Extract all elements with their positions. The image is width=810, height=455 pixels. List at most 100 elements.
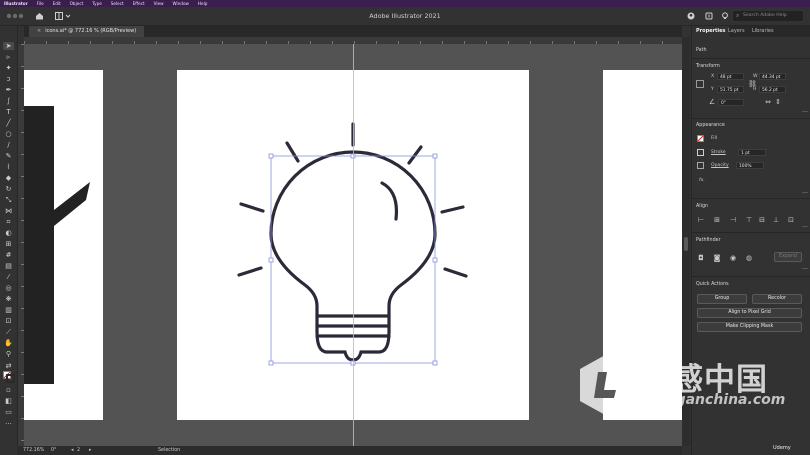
magic-wand-tool-icon[interactable]: ✦	[3, 64, 14, 72]
menu-edit[interactable]: Edit	[53, 0, 61, 7]
fill-stroke-swatch-icon[interactable]	[3, 371, 15, 383]
align-to-icon[interactable]: ⊡	[787, 217, 795, 224]
stroke-swatch-icon[interactable]	[697, 149, 704, 156]
eraser-tool-icon[interactable]: ◆	[3, 174, 14, 182]
angle-field[interactable]: 0°	[718, 99, 744, 106]
free-transform-tool-icon[interactable]: ⌗	[3, 218, 14, 226]
menu-type[interactable]: Type	[92, 0, 102, 7]
align-to-pixel-grid-button[interactable]: Align to Pixel Grid	[697, 308, 802, 318]
watermark: 灵感中国 lingganchina.com	[570, 348, 790, 428]
pencil-tool-icon[interactable]: ✎	[3, 152, 14, 160]
more-options-icon[interactable]: …	[802, 264, 808, 271]
drawing-mode-icon[interactable]: ◧	[3, 397, 14, 405]
vertical-guide[interactable]	[353, 44, 354, 446]
slice-tool-icon[interactable]: ⟋	[3, 328, 14, 336]
color-mode-icon[interactable]: ▫	[3, 386, 14, 394]
pathfinder-minus-front-icon[interactable]: ◙	[713, 255, 721, 262]
zoom-tool-icon[interactable]: ⚲	[3, 350, 14, 358]
expand-button[interactable]: Expand	[774, 252, 802, 262]
share-icon[interactable]	[705, 12, 713, 22]
constrain-proportions-icon[interactable]: ⛓	[748, 81, 757, 88]
pen-tool-icon[interactable]: ✒	[3, 86, 14, 94]
pathfinder-unite-icon[interactable]: ◘	[697, 255, 705, 262]
curvature-tool-icon[interactable]: ∫	[3, 97, 14, 105]
shape-builder-tool-icon[interactable]: ◐	[3, 229, 14, 237]
blend-tool-icon[interactable]: ◎	[3, 284, 14, 292]
screen-mode-icon[interactable]: ▭	[3, 408, 14, 416]
perspective-grid-tool-icon[interactable]: ⊞	[3, 240, 14, 248]
pathfinder-intersect-icon[interactable]: ◉	[729, 255, 737, 262]
more-options-icon[interactable]: …	[802, 188, 808, 195]
mesh-tool-icon[interactable]: #	[3, 251, 14, 259]
opacity-label[interactable]: Opacity	[711, 163, 729, 168]
user-avatar-icon[interactable]	[687, 12, 695, 22]
reference-point-icon[interactable]	[696, 80, 704, 88]
stroke-label[interactable]: Stroke	[711, 150, 726, 155]
menu-help[interactable]: Help	[198, 0, 208, 7]
width-tool-icon[interactable]: ⋈	[3, 207, 14, 215]
menu-app[interactable]: Illustrator	[4, 0, 28, 7]
more-options-icon[interactable]: …	[802, 107, 808, 114]
paintbrush-tool-icon[interactable]: ∕	[3, 141, 14, 149]
x-field[interactable]: 48 pt	[717, 73, 744, 80]
menu-view[interactable]: View	[154, 0, 164, 7]
stroke-weight-field[interactable]: 1 pt	[738, 149, 766, 156]
align-vertical-center-icon[interactable]: ⊟	[758, 217, 766, 224]
type-tool-icon[interactable]: T	[3, 108, 14, 116]
hand-tool-icon[interactable]: ✋	[3, 339, 14, 347]
make-clipping-mask-button[interactable]: Make Clipping Mask	[697, 322, 802, 332]
shaper-tool-icon[interactable]: ⌇	[3, 163, 14, 171]
align-horizontal-center-icon[interactable]: ⊞	[713, 217, 721, 224]
udemy-brand: Udemy	[773, 445, 791, 451]
lasso-tool-icon[interactable]: ↄ	[3, 75, 14, 83]
align-top-icon[interactable]: ⊤	[745, 217, 753, 224]
rotate-tool-icon[interactable]: ↻	[3, 185, 14, 193]
artboard-next-icon[interactable]: ▸	[89, 446, 91, 455]
gradient-tool-icon[interactable]: ▤	[3, 262, 14, 270]
y-field[interactable]: 51.75 pt	[717, 86, 744, 93]
fill-swatch-icon[interactable]	[697, 135, 704, 142]
h-field[interactable]: 56.2 pt	[759, 86, 786, 93]
menu-select[interactable]: Select	[111, 0, 124, 7]
recolor-button[interactable]: Recolor	[752, 294, 802, 304]
align-title: Align	[696, 204, 709, 209]
align-left-icon[interactable]: ⊢	[697, 217, 705, 224]
pathfinder-exclude-icon[interactable]: ◍	[745, 255, 753, 262]
symbol-sprayer-tool-icon[interactable]: ❋	[3, 295, 14, 303]
lightbulb-discover-icon[interactable]	[721, 12, 729, 22]
more-options-icon[interactable]: …	[802, 222, 808, 229]
zoom-level[interactable]: 772.16%	[23, 446, 44, 455]
tab-libraries[interactable]: Libraries	[748, 26, 778, 37]
artboard-left[interactable]	[24, 70, 103, 420]
menu-window[interactable]: Window	[172, 0, 189, 7]
flip-vertical-icon[interactable]: ⇕	[774, 99, 782, 106]
menu-file[interactable]: File	[37, 0, 44, 7]
menu-effect[interactable]: Effect	[133, 0, 145, 7]
eyedropper-tool-icon[interactable]: ⁄	[3, 273, 14, 281]
selection-tool-icon[interactable]: ➤	[3, 42, 14, 50]
scale-tool-icon[interactable]: ⤡	[3, 196, 14, 204]
group-button[interactable]: Group	[697, 294, 747, 304]
opacity-field[interactable]: 100%	[736, 162, 764, 169]
artboard-number[interactable]: 2	[77, 446, 80, 455]
align-bottom-icon[interactable]: ⊥	[772, 217, 780, 224]
swap-colors-icon[interactable]: ⇄	[3, 362, 14, 370]
close-tab-icon[interactable]: ×	[37, 28, 41, 34]
line-segment-tool-icon[interactable]: ╱	[3, 119, 14, 127]
artboard-prev-icon[interactable]: ◂	[71, 446, 73, 455]
direct-selection-tool-icon[interactable]: ▹	[3, 53, 14, 61]
column-graph-tool-icon[interactable]: ▥	[3, 306, 14, 314]
w-field[interactable]: 44.34 pt	[759, 73, 786, 80]
ellipse-tool-icon[interactable]: ○	[3, 130, 14, 138]
search-input[interactable]: ⌕ Search Adobe Help	[733, 11, 803, 21]
artboard-tool-icon[interactable]: ⊡	[3, 317, 14, 325]
rotation-value[interactable]: 0°	[51, 446, 56, 455]
edit-toolbar-icon[interactable]: ···	[3, 420, 14, 428]
fx-icon[interactable]: fx.	[699, 178, 705, 183]
align-right-icon[interactable]: ⊣	[729, 217, 737, 224]
menu-object[interactable]: Object	[70, 0, 84, 7]
document-tab[interactable]: × icons.ai* @ 772.16 % (RGB/Preview)	[29, 26, 145, 37]
scrollbar-thumb[interactable]	[684, 237, 688, 251]
tab-layers[interactable]: Layers	[724, 26, 749, 37]
flip-horizontal-icon[interactable]: ⇔	[764, 99, 772, 106]
